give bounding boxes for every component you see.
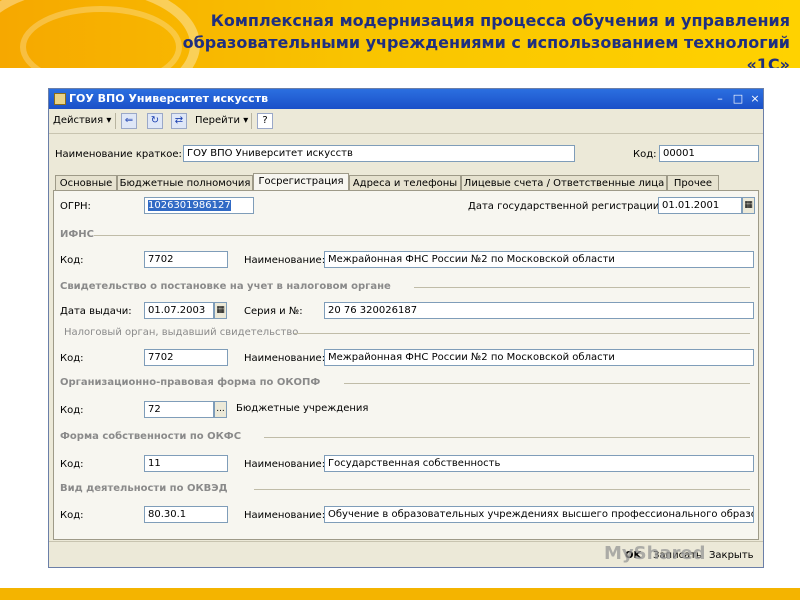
issue-date-field[interactable]: 01.07.2003: [144, 302, 214, 319]
okopf-description: Бюджетные учреждения: [236, 403, 369, 414]
issuer-code-label: Код:: [60, 353, 84, 364]
tab-other[interactable]: Прочее: [667, 175, 719, 191]
okved-name-label: Наименование:: [244, 510, 326, 521]
swap-icon[interactable]: ⇄: [171, 113, 187, 129]
reg-date-field[interactable]: 01.01.2001: [658, 197, 742, 214]
section-divider: [94, 235, 750, 236]
tab-main[interactable]: Основные: [55, 175, 117, 191]
short-name-label: Наименование краткое:: [55, 149, 182, 160]
code-label: Код:: [633, 149, 657, 160]
section-divider: [254, 489, 750, 490]
chevron-down-icon: ▾: [243, 115, 249, 126]
okfs-name-label: Наименование:: [244, 459, 326, 470]
section-divider: [414, 287, 750, 288]
ifns-section-title: ИФНС: [60, 229, 94, 240]
okopf-section-title: Организационно-правовая форма по ОКОПФ: [60, 377, 321, 388]
slide-title-line1: Комплексная модернизация процесса обучен…: [210, 11, 790, 30]
tab-addresses[interactable]: Адреса и телефоны: [349, 175, 461, 191]
ifns-name-field[interactable]: Межрайонная ФНС России №2 по Московской …: [324, 251, 754, 268]
issuer-name-label: Наименование:: [244, 353, 326, 364]
back-arrow-icon[interactable]: ⇐: [121, 113, 137, 129]
okved-section-title: Вид деятельности по ОКВЭД: [60, 483, 228, 494]
registration-panel: ОГРН: 1026301986127 Дата государственной…: [53, 190, 759, 540]
ifns-name-label: Наименование:: [244, 255, 326, 266]
calendar-icon[interactable]: ▦: [214, 302, 227, 319]
short-name-field[interactable]: ГОУ ВПО Университет искусств: [183, 145, 575, 162]
okfs-code-label: Код:: [60, 459, 84, 470]
goto-label: Перейти: [195, 115, 240, 126]
ogrn-value: 1026301986127: [148, 200, 231, 211]
series-field[interactable]: 20 76 320026187: [324, 302, 754, 319]
actions-menu[interactable]: Действия ▾: [53, 113, 111, 129]
issuer-code-field[interactable]: 7702: [144, 349, 228, 366]
ogrn-field[interactable]: 1026301986127: [144, 197, 254, 214]
toolbar-separator: [115, 113, 116, 129]
tab-budget[interactable]: Бюджетные полномочия: [117, 175, 253, 191]
ogrn-label: ОГРН:: [60, 201, 91, 212]
reg-date-label: Дата государственной регистрации:: [468, 201, 663, 212]
window-titlebar[interactable]: ГОУ ВПО Университет искусств – □ ×: [49, 89, 763, 109]
toolbar: Действия ▾ ⇐ ↻ ⇄ Перейти ▾ ?: [49, 109, 763, 134]
watermark: MyShared: [604, 543, 706, 564]
section-divider: [264, 437, 750, 438]
code-field[interactable]: 00001: [659, 145, 759, 162]
catalog-window: ГОУ ВПО Университет искусств – □ × Дейст…: [48, 88, 764, 568]
toolbar-separator: [251, 113, 252, 129]
issue-date-label: Дата выдачи:: [60, 306, 132, 317]
okopf-code-field[interactable]: 72: [144, 401, 214, 418]
slide-banner: Комплексная модернизация процесса обучен…: [0, 0, 800, 68]
ifns-code-field[interactable]: 7702: [144, 251, 228, 268]
tab-strip: Основные Бюджетные полномочия Госрегистр…: [53, 173, 759, 191]
okfs-name-field[interactable]: Государственная собственность: [324, 455, 754, 472]
minimize-button[interactable]: –: [713, 92, 727, 105]
chevron-down-icon: ▾: [106, 115, 112, 126]
issuer-name-field[interactable]: Межрайонная ФНС России №2 по Московской …: [324, 349, 754, 366]
slide-title-line2: образовательными учреждениями с использо…: [182, 33, 790, 68]
okfs-code-field[interactable]: 11: [144, 455, 228, 472]
section-divider: [344, 383, 750, 384]
slide-bottom-bar: [0, 588, 800, 600]
tab-registration[interactable]: Госрегистрация: [253, 173, 349, 191]
okved-code-label: Код:: [60, 510, 84, 521]
okved-code-field[interactable]: 80.30.1: [144, 506, 228, 523]
select-ellipsis-button[interactable]: ...: [214, 401, 227, 418]
help-icon[interactable]: ?: [257, 113, 273, 129]
goto-menu[interactable]: Перейти ▾: [195, 113, 248, 129]
okopf-code-label: Код:: [60, 405, 84, 416]
series-label: Серия и №:: [244, 306, 303, 317]
issuer-subsection-title: Налоговый орган, выдавший свидетельство: [64, 327, 299, 338]
section-divider: [294, 333, 750, 334]
window-title: ГОУ ВПО Университет искусств: [69, 92, 269, 105]
maximize-button[interactable]: □: [731, 92, 745, 105]
refresh-icon[interactable]: ↻: [147, 113, 163, 129]
calendar-icon[interactable]: ▦: [742, 197, 755, 214]
slide-title: Комплексная модернизация процесса обучен…: [170, 10, 790, 68]
actions-label: Действия: [53, 115, 104, 126]
cert-section-title: Свидетельство о постановке на учет в нал…: [60, 281, 391, 292]
okfs-section-title: Форма собственности по ОКФС: [60, 431, 242, 442]
tab-accounts[interactable]: Лицевые счета / Ответственные лица: [461, 175, 667, 191]
okved-name-field[interactable]: Обучение в образовательных учреждениях в…: [324, 506, 754, 523]
window-icon: [54, 93, 66, 105]
ifns-code-label: Код:: [60, 255, 84, 266]
close-button[interactable]: ×: [748, 92, 762, 105]
